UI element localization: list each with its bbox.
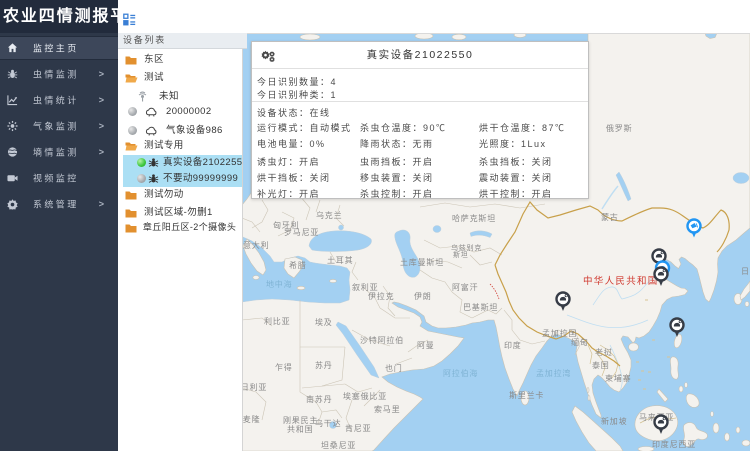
svg-text:地中海: 地中海 [266,279,292,289]
svg-text:老挝: 老挝 [595,347,613,357]
svg-text:俄罗斯: 俄罗斯 [606,123,632,133]
svg-text:意大利: 意大利 [243,240,269,250]
svg-text:肯尼亚: 肯尼亚 [345,423,371,433]
svg-text:乍得: 乍得 [275,362,293,372]
svg-text:也门: 也门 [385,363,403,373]
svg-text:南苏丹: 南苏丹 [306,394,332,404]
svg-text:斯坦: 斯坦 [453,250,469,259]
svg-text:印度尼西亚: 印度尼西亚 [652,439,696,449]
svg-text:蒙古: 蒙古 [601,212,619,222]
svg-text:伊拉克: 伊拉克 [368,291,394,301]
svg-text:巴基斯坦: 巴基斯坦 [463,302,498,312]
svg-text:哈萨克斯坦: 哈萨克斯坦 [452,213,496,223]
svg-text:土耳其: 土耳其 [327,255,353,265]
svg-text:日本: 日本 [741,266,750,276]
svg-text:苏丹: 苏丹 [315,360,333,370]
svg-text:土库曼斯坦: 土库曼斯坦 [400,257,444,267]
svg-text:阿富汗: 阿富汗 [452,282,478,292]
svg-text:阿曼: 阿曼 [417,341,435,350]
svg-text:缅甸: 缅甸 [571,337,589,347]
svg-text:中华人民共和国: 中华人民共和国 [583,275,659,287]
svg-text:利比亚: 利比亚 [264,316,290,326]
svg-text:沙特阿拉伯: 沙特阿拉伯 [360,335,404,345]
svg-text:斯里兰卡: 斯里兰卡 [509,390,544,400]
svg-text:伊朗: 伊朗 [414,291,432,301]
svg-text:索马里: 索马里 [374,404,400,414]
svg-text:乌兹别克: 乌兹别克 [451,243,482,252]
svg-text:坦桑尼亚: 坦桑尼亚 [321,440,356,450]
svg-text:泰国: 泰国 [592,360,610,370]
svg-text:柬埔寨: 柬埔寨 [605,373,631,383]
svg-text:埃塞俄比亚: 埃塞俄比亚 [343,391,387,401]
svg-text:埃及: 埃及 [315,317,333,327]
svg-text:乌克兰: 乌克兰 [316,210,342,220]
svg-text:希腊: 希腊 [289,260,307,270]
svg-text:新加坡: 新加坡 [601,416,627,426]
svg-text:共和国: 共和国 [287,425,313,434]
svg-text:罗马尼亚: 罗马尼亚 [284,228,319,237]
svg-text:阿拉伯海: 阿拉伯海 [443,368,478,378]
svg-text:孟加拉湾: 孟加拉湾 [536,368,571,378]
svg-text:印度: 印度 [504,340,522,350]
svg-text:孟加拉国: 孟加拉国 [542,328,577,338]
svg-text:乌干达: 乌干达 [315,418,341,428]
svg-text:尼日利亚: 尼日利亚 [242,382,267,392]
svg-text:叙利亚: 叙利亚 [352,282,378,292]
svg-text:喀麦隆: 喀麦隆 [242,414,260,424]
svg-text:刚果民主: 刚果民主 [283,415,318,425]
